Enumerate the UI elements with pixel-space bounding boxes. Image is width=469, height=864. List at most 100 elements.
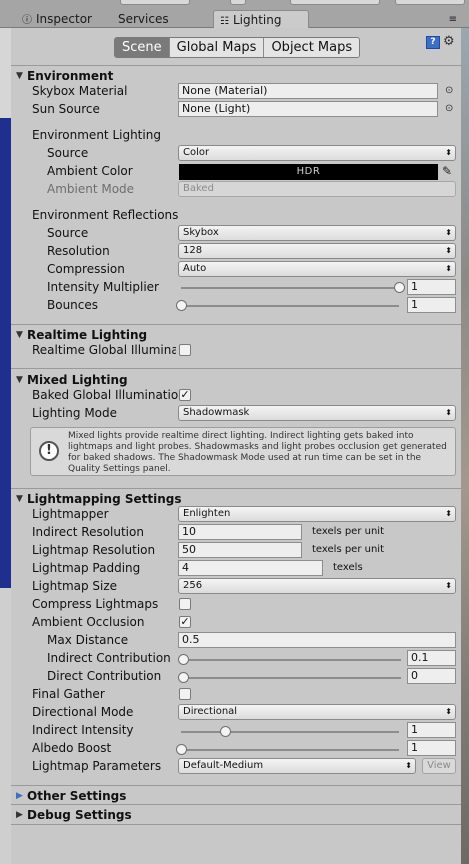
divider bbox=[11, 824, 461, 825]
divider bbox=[11, 785, 461, 786]
lightmap-size-dropdown[interactable]: 256 ⬍ bbox=[178, 578, 456, 594]
ambient-occlusion-checkbox[interactable]: ✓ bbox=[179, 616, 191, 628]
tab-inspector-label: Inspector bbox=[36, 12, 92, 26]
scene-view-edge-right bbox=[461, 28, 469, 864]
indirect-contribution-slider-track[interactable] bbox=[183, 659, 401, 661]
lightmap-padding-unit: texels bbox=[333, 562, 363, 573]
tab-inspector[interactable]: ⓘ Inspector bbox=[16, 10, 108, 28]
lighting-mode-value: Shadowmask bbox=[183, 407, 250, 418]
direct-contribution-slider-thumb[interactable] bbox=[178, 672, 189, 683]
object-picker-icon[interactable]: ⊙ bbox=[445, 103, 453, 114]
compress-lightmaps-label: Compress Lightmaps bbox=[32, 597, 159, 611]
lighting-mode-dropdown[interactable]: Shadowmask ⬍ bbox=[178, 405, 456, 421]
intensity-slider-thumb[interactable] bbox=[394, 282, 405, 293]
realtime-lighting-title: Realtime Lighting bbox=[27, 328, 148, 342]
scene-tab-button[interactable]: Scene bbox=[115, 38, 170, 57]
max-distance-label: Max Distance bbox=[47, 633, 129, 647]
albedo-boost-slider-thumb[interactable] bbox=[176, 744, 187, 755]
direct-contribution-label: Direct Contribution bbox=[47, 669, 162, 683]
debug-settings-header[interactable]: ▶ Debug Settings bbox=[11, 806, 461, 824]
lightmapper-dropdown[interactable]: Enlighten ⬍ bbox=[178, 506, 456, 522]
ambient-occlusion-label: Ambient Occlusion bbox=[32, 615, 145, 629]
lightmap-parameters-dropdown[interactable]: Default-Medium ⬍ bbox=[178, 758, 416, 774]
ambient-color-field[interactable]: HDR bbox=[179, 164, 438, 180]
realtime-gi-checkbox[interactable] bbox=[179, 344, 191, 356]
albedo-boost-field[interactable]: 1 bbox=[407, 740, 456, 756]
final-gather-checkbox[interactable] bbox=[179, 688, 191, 700]
other-settings-header[interactable]: ▶ Other Settings bbox=[11, 787, 461, 805]
lightmapping-settings-title: Lightmapping Settings bbox=[27, 492, 182, 506]
environment-lighting-label: Environment Lighting bbox=[32, 128, 161, 142]
sun-source-field[interactable]: None (Light) bbox=[178, 101, 438, 117]
compression-label: Compression bbox=[47, 262, 125, 276]
resolution-dropdown[interactable]: 128 ⬍ bbox=[178, 243, 456, 259]
intensity-multiplier-field[interactable]: 1 bbox=[407, 279, 456, 295]
lightmap-parameters-label: Lightmap Parameters bbox=[32, 759, 162, 773]
resolution-value: 128 bbox=[183, 245, 203, 256]
lightmap-padding-field[interactable]: 4 bbox=[178, 560, 323, 576]
global-maps-tab-button[interactable]: Global Maps bbox=[169, 38, 265, 57]
editor-tab-bar: ⓘ Inspector Services ☷ Lighting ≡ bbox=[0, 0, 469, 28]
divider bbox=[11, 324, 461, 325]
compress-lightmaps-checkbox[interactable] bbox=[179, 598, 191, 610]
indirect-contribution-field[interactable]: 0.1 bbox=[407, 650, 456, 666]
directional-mode-dropdown[interactable]: Directional ⬍ bbox=[178, 704, 456, 720]
lighting-mode-label: Lighting Mode bbox=[32, 406, 118, 420]
lightmap-resolution-field[interactable]: 50 bbox=[178, 542, 302, 558]
albedo-boost-slider-track[interactable] bbox=[181, 749, 399, 751]
object-picker-icon[interactable]: ⊙ bbox=[445, 85, 453, 96]
foldout-collapsed-icon: ▶ bbox=[16, 791, 23, 801]
skybox-material-field[interactable]: None (Material) bbox=[178, 83, 438, 99]
skybox-material-label: Skybox Material bbox=[32, 84, 128, 98]
baked-gi-checkbox[interactable]: ✓ bbox=[179, 389, 191, 401]
indirect-intensity-field[interactable]: 1 bbox=[407, 722, 456, 738]
indirect-intensity-slider-thumb[interactable] bbox=[219, 726, 231, 737]
gear-icon[interactable]: ⚙ bbox=[443, 34, 455, 49]
mixed-lighting-help-text: Mixed lights provide realtime direct lig… bbox=[68, 431, 447, 474]
indirect-intensity-slider-track[interactable] bbox=[181, 731, 399, 733]
lightmapper-value: Enlighten bbox=[183, 508, 231, 519]
dropdown-arrow-icon: ⬍ bbox=[445, 707, 452, 716]
ambient-mode-value: Baked bbox=[183, 183, 214, 194]
bounces-slider-track[interactable] bbox=[181, 305, 399, 307]
tab-menu-icon[interactable]: ≡ bbox=[449, 14, 457, 25]
indirect-resolution-field[interactable]: 10 bbox=[178, 524, 302, 540]
bounces-label: Bounces bbox=[47, 298, 99, 312]
lighting-toolbar: Scene Global Maps Object Maps ? ⚙ bbox=[11, 28, 461, 64]
tab-services[interactable]: Services bbox=[112, 10, 204, 28]
bounces-slider-thumb[interactable] bbox=[176, 300, 187, 311]
direct-contribution-field[interactable]: 0 bbox=[407, 668, 456, 684]
dropdown-arrow-icon: ⬍ bbox=[445, 246, 452, 255]
object-maps-tab-button[interactable]: Object Maps bbox=[264, 38, 360, 57]
tab-lighting-label: Lighting bbox=[232, 13, 282, 27]
env-source-dropdown[interactable]: Color ⬍ bbox=[178, 145, 456, 161]
foldout-expanded-icon: ▼ bbox=[16, 494, 23, 504]
foldout-expanded-icon: ▼ bbox=[16, 375, 23, 385]
ambient-color-label: Ambient Color bbox=[47, 164, 133, 178]
mixed-lighting-help-box: ! Mixed lights provide realtime direct l… bbox=[30, 427, 456, 476]
reflection-source-label: Source bbox=[47, 226, 89, 240]
resolution-label: Resolution bbox=[47, 244, 110, 258]
eyedropper-icon[interactable]: ✎ bbox=[442, 164, 452, 178]
lighting-panel: Scene Global Maps Object Maps ? ⚙ ▼ Envi… bbox=[11, 28, 461, 864]
max-distance-field[interactable]: 0.5 bbox=[178, 632, 456, 648]
tab-lighting[interactable]: ☷ Lighting bbox=[213, 10, 309, 28]
env-source-label: Source bbox=[47, 146, 89, 160]
help-icon[interactable]: ? bbox=[426, 36, 440, 49]
baked-gi-label: Baked Global Illuminatior bbox=[32, 388, 178, 402]
scene-view-edge bbox=[0, 28, 11, 864]
foldout-expanded-icon: ▼ bbox=[16, 330, 23, 340]
compression-dropdown[interactable]: Auto ⬍ bbox=[178, 261, 456, 277]
indirect-resolution-unit: texels per unit bbox=[312, 526, 384, 537]
lightmap-size-value: 256 bbox=[183, 580, 203, 591]
indirect-resolution-label: Indirect Resolution bbox=[32, 525, 144, 539]
divider bbox=[11, 65, 461, 66]
realtime-gi-label: Realtime Global Illuminat bbox=[32, 343, 176, 357]
albedo-boost-label: Albedo Boost bbox=[32, 741, 112, 755]
view-parameters-button: View bbox=[422, 758, 456, 774]
direct-contribution-slider-track[interactable] bbox=[183, 677, 401, 679]
intensity-slider-track[interactable] bbox=[181, 287, 399, 289]
reflection-source-dropdown[interactable]: Skybox ⬍ bbox=[178, 225, 456, 241]
indirect-contribution-slider-thumb[interactable] bbox=[178, 654, 189, 665]
bounces-field[interactable]: 1 bbox=[407, 297, 456, 313]
